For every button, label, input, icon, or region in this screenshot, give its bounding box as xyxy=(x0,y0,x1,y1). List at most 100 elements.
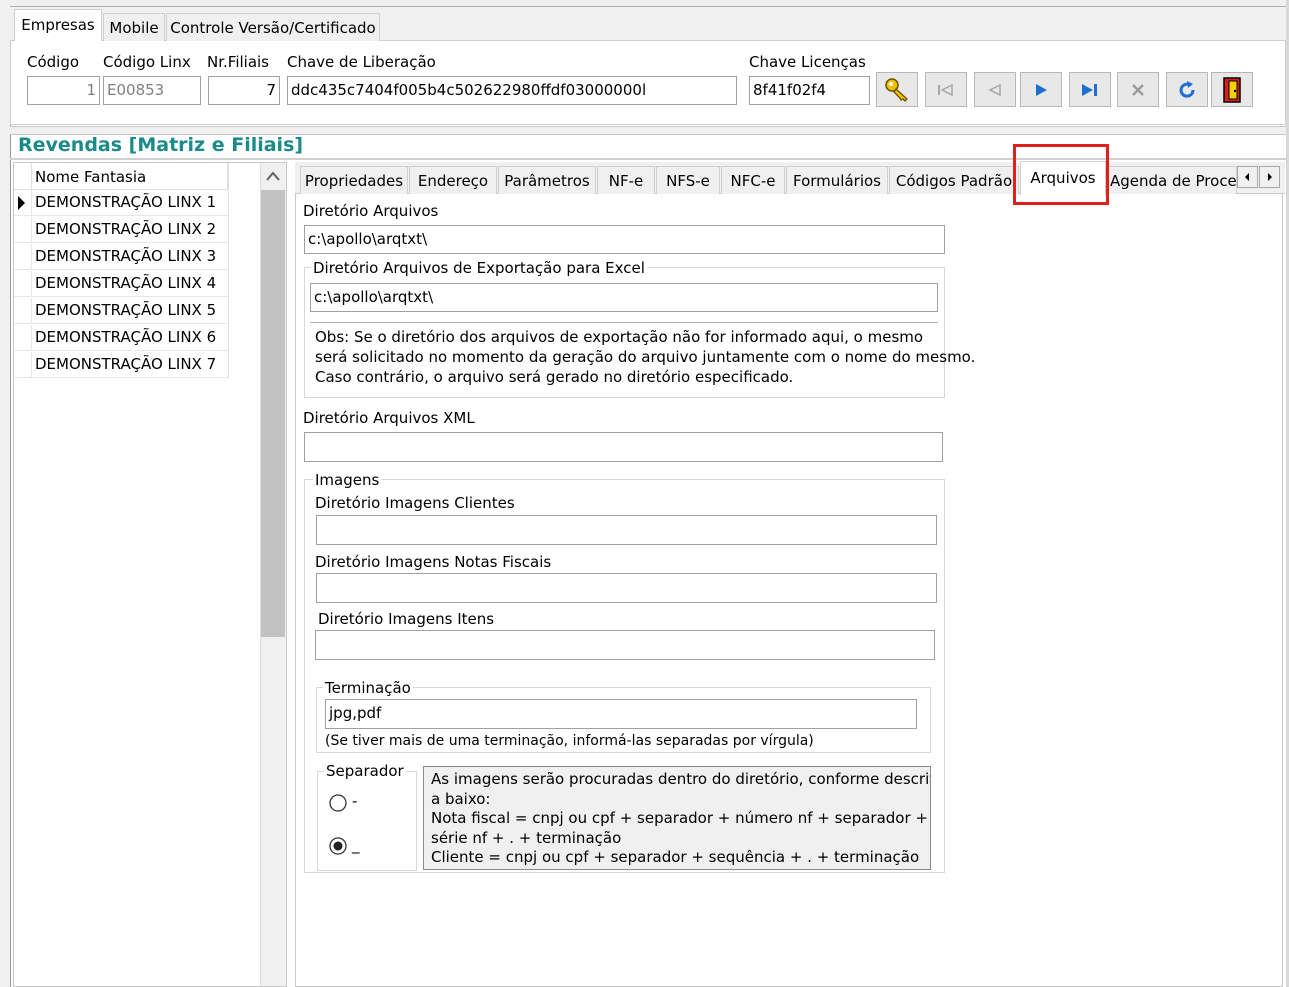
row-indicator xyxy=(14,190,32,216)
tab-parametros[interactable]: Parâmetros xyxy=(498,166,596,194)
chave-licencas-label: Chave Licenças xyxy=(749,53,866,71)
tab-propriedades[interactable]: Propriedades xyxy=(300,166,408,194)
tab-label: Códigos Padrão xyxy=(895,172,1013,190)
img-itens-field[interactable] xyxy=(315,630,935,660)
dir-arquivos-value: c:\apollo\arqtxt\ xyxy=(308,230,428,248)
arquivos-tab-highlight xyxy=(1013,144,1109,205)
current-row-arrow-icon xyxy=(18,196,25,210)
table-row[interactable]: DEMONSTRAÇÃO LINX 7 xyxy=(14,352,228,378)
tab-nfe[interactable]: NF-e xyxy=(597,166,655,194)
grid-scrollbar[interactable] xyxy=(260,163,286,986)
terminacao-value: jpg,pdf xyxy=(329,704,382,722)
refresh-button[interactable] xyxy=(1166,72,1208,107)
tab-codigos-padrao[interactable]: Códigos Padrão xyxy=(889,166,1019,194)
dir-arquivos-label: Diretório Arquivos xyxy=(303,202,439,220)
codigo-linx-field[interactable]: E00853 xyxy=(103,76,201,105)
exit-button[interactable] xyxy=(1211,72,1253,107)
tab-nfse[interactable]: NFS-e xyxy=(656,166,720,194)
nr-filiais-label: Nr.Filiais xyxy=(207,53,269,71)
row-indicator xyxy=(14,298,32,324)
row-nome-fantasia: DEMONSTRAÇÃO LINX 2 xyxy=(35,220,217,238)
chave-liberacao-value: ddc435c7404f005b4c502622980ffdf03000000l xyxy=(291,81,647,99)
dir-xml-label: Diretório Arquivos XML xyxy=(303,409,475,427)
chave-liberacao-field[interactable]: ddc435c7404f005b4c502622980ffdf03000000l xyxy=(287,76,737,105)
tab-formularios[interactable]: Formulários xyxy=(786,166,888,194)
top-edge xyxy=(10,0,1286,7)
img-notas-label: Diretório Imagens Notas Fiscais xyxy=(315,553,552,571)
tab-agenda-processos[interactable]: Agenda de Proce: xyxy=(1107,166,1237,194)
codigo-field[interactable]: 1 xyxy=(27,76,100,105)
grid-header-nome-fantasia[interactable]: Nome Fantasia xyxy=(32,163,228,190)
chave-licencas-field[interactable]: 8f41f02f4 xyxy=(749,76,870,105)
prior-record-icon xyxy=(988,83,1001,96)
nr-filiais-value: 7 xyxy=(266,81,276,99)
tab-label: Agenda de Proce: xyxy=(1110,172,1237,190)
dir-arquivos-field[interactable]: c:\apollo\arqtxt\ xyxy=(304,225,945,254)
grid-header-label: Nome Fantasia xyxy=(35,168,147,186)
row-nome-fantasia: DEMONSTRAÇÃO LINX 5 xyxy=(35,301,217,319)
obs-line: Caso contrário, o arquivo será gerado no… xyxy=(315,368,794,386)
codigo-linx-label: Código Linx xyxy=(103,53,191,71)
cancel-button[interactable] xyxy=(1117,72,1159,107)
imagens-info-box: As imagens serão procuradas dentro do di… xyxy=(423,766,931,870)
refresh-icon xyxy=(1179,80,1195,98)
dir-xml-field[interactable] xyxy=(304,432,943,462)
info-line: Nota fiscal = cnpj ou cpf + separador + … xyxy=(431,809,928,827)
first-record-button[interactable] xyxy=(925,72,967,107)
table-row[interactable]: DEMONSTRAÇÃO LINX 6 xyxy=(14,325,228,351)
info-line: a baixo: xyxy=(431,789,491,808)
chave-licencas-value: 8f41f02f4 xyxy=(753,81,827,99)
key-button[interactable] xyxy=(876,72,918,107)
section-title: Revendas [Matriz e Filiais] xyxy=(18,134,304,156)
table-row[interactable]: DEMONSTRAÇÃO LINX 2 xyxy=(14,217,228,243)
radio-unchecked-icon xyxy=(329,794,347,812)
scroll-up-icon[interactable] xyxy=(261,163,285,189)
scroll-left-icon xyxy=(1245,173,1249,181)
table-row[interactable]: DEMONSTRAÇÃO LINX 1 xyxy=(14,190,228,216)
codigo-value: 1 xyxy=(86,81,96,99)
left-window-edge xyxy=(0,0,11,987)
nr-filiais-field[interactable]: 7 xyxy=(208,76,280,105)
row-indicator xyxy=(14,244,32,270)
row-nome-fantasia: DEMONSTRAÇÃO LINX 1 xyxy=(35,193,217,211)
export-excel-field[interactable]: c:\apollo\arqtxt\ xyxy=(310,283,938,312)
tab-label: NF-e xyxy=(608,172,644,190)
last-record-button[interactable] xyxy=(1069,72,1111,107)
separador-group-label: Separador xyxy=(324,762,406,780)
row-indicator xyxy=(14,217,32,243)
grid-column-separator xyxy=(228,163,229,379)
row-indicator xyxy=(14,325,32,351)
tab-scroll-right-button[interactable] xyxy=(1259,166,1280,188)
table-row[interactable]: DEMONSTRAÇÃO LINX 5 xyxy=(14,298,228,324)
exit-door-icon xyxy=(1223,76,1241,103)
img-notas-field[interactable] xyxy=(316,573,937,603)
tab-label: NFS-e xyxy=(666,172,710,190)
tab-mobile[interactable]: Mobile xyxy=(103,13,165,41)
tab-empresas[interactable]: Empresas xyxy=(14,9,102,41)
tab-label: Controle Versão/Certificado xyxy=(170,19,376,37)
tab-controle-versao[interactable]: Controle Versão/Certificado xyxy=(166,13,380,41)
tab-scroll-left-button[interactable] xyxy=(1237,166,1258,188)
row-nome-fantasia: DEMONSTRAÇÃO LINX 6 xyxy=(35,328,217,346)
terminacao-field[interactable]: jpg,pdf xyxy=(325,699,917,729)
terminacao-hint: (Se tiver mais de uma terminação, inform… xyxy=(325,733,814,749)
next-record-button[interactable] xyxy=(1020,72,1062,107)
scrollbar-thumb[interactable] xyxy=(261,190,285,637)
table-row[interactable]: DEMONSTRAÇÃO LINX 3 xyxy=(14,244,228,270)
export-excel-value: c:\apollo\arqtxt\ xyxy=(314,288,434,306)
img-clientes-field[interactable] xyxy=(316,515,937,545)
tab-label: NFC-e xyxy=(730,172,776,190)
next-record-icon xyxy=(1036,83,1047,96)
tab-label: Propriedades xyxy=(304,172,404,190)
last-record-icon xyxy=(1082,83,1097,96)
radio-checked-icon xyxy=(329,837,347,855)
tab-nfce[interactable]: NFC-e xyxy=(721,166,785,194)
tab-endereco[interactable]: Endereço xyxy=(409,166,497,194)
prior-record-button[interactable] xyxy=(974,72,1016,107)
tab-label: Endereço xyxy=(417,172,489,190)
table-row[interactable]: DEMONSTRAÇÃO LINX 4 xyxy=(14,271,228,297)
row-indicator xyxy=(14,271,32,297)
radio-label: _ xyxy=(352,836,360,854)
row-nome-fantasia: DEMONSTRAÇÃO LINX 3 xyxy=(35,247,217,265)
row-nome-fantasia: DEMONSTRAÇÃO LINX 4 xyxy=(35,274,217,292)
